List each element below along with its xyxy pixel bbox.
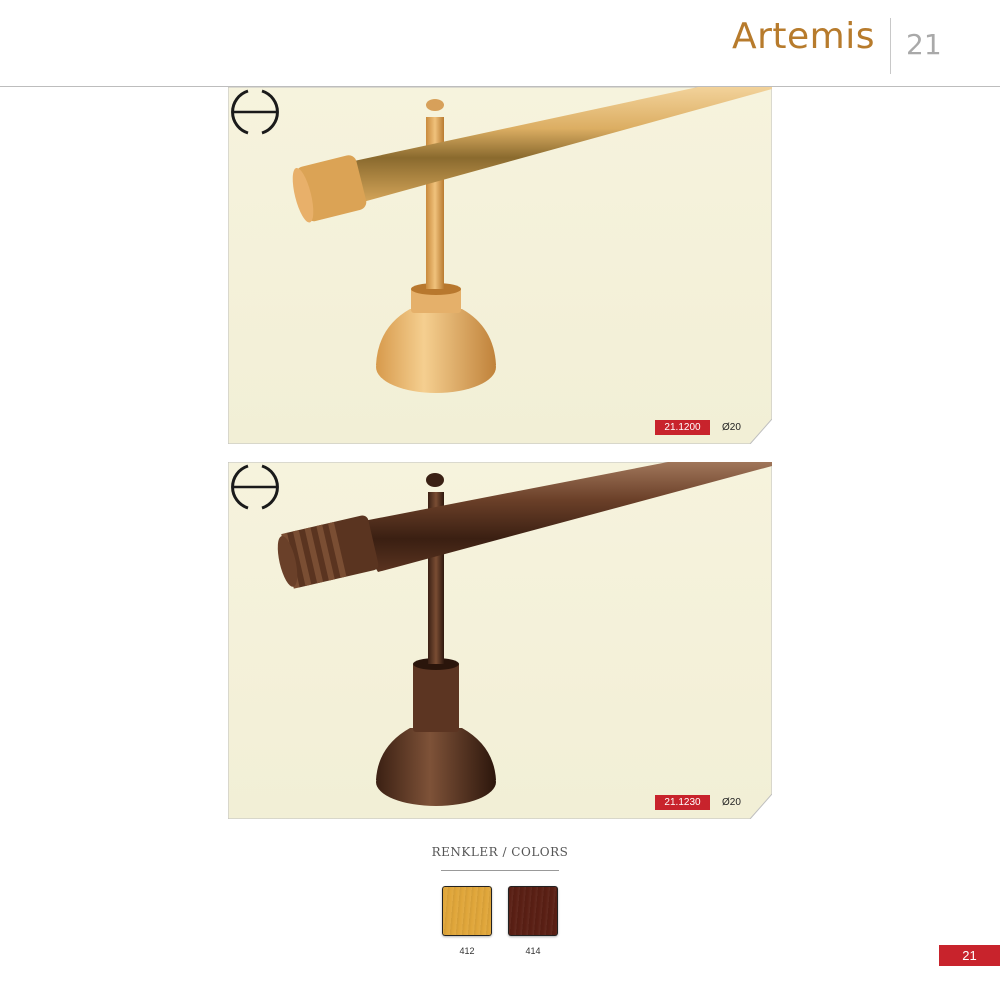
product-photo-light-wood (228, 87, 772, 444)
brochure-title: Artemis (731, 16, 875, 57)
rod-profile-icon (231, 464, 279, 510)
color-swatch-412 (442, 886, 492, 936)
product-photo-dark-walnut (228, 462, 772, 819)
page-number-badge: 21 (939, 945, 1000, 966)
colors-rule (441, 870, 559, 871)
diameter-label: Ø20 (722, 422, 741, 433)
colors-heading: RENKLER / COLORS (431, 845, 569, 859)
color-code-label: 414 (525, 946, 541, 956)
color-swatch-414 (508, 886, 558, 936)
rod-profile-icon (231, 89, 279, 135)
product-panel-light-wood: 21.1200 Ø20 (228, 87, 772, 444)
product-panel-dark-walnut: 21.1230 Ø20 (228, 462, 772, 819)
product-code-badge: 21.1230 (655, 795, 710, 810)
product-code-badge: 21.1200 (655, 420, 710, 435)
header-divider (890, 18, 891, 74)
diameter-label: Ø20 (722, 797, 741, 808)
color-code-label: 412 (459, 946, 475, 956)
header-page-number: 21 (906, 28, 942, 61)
